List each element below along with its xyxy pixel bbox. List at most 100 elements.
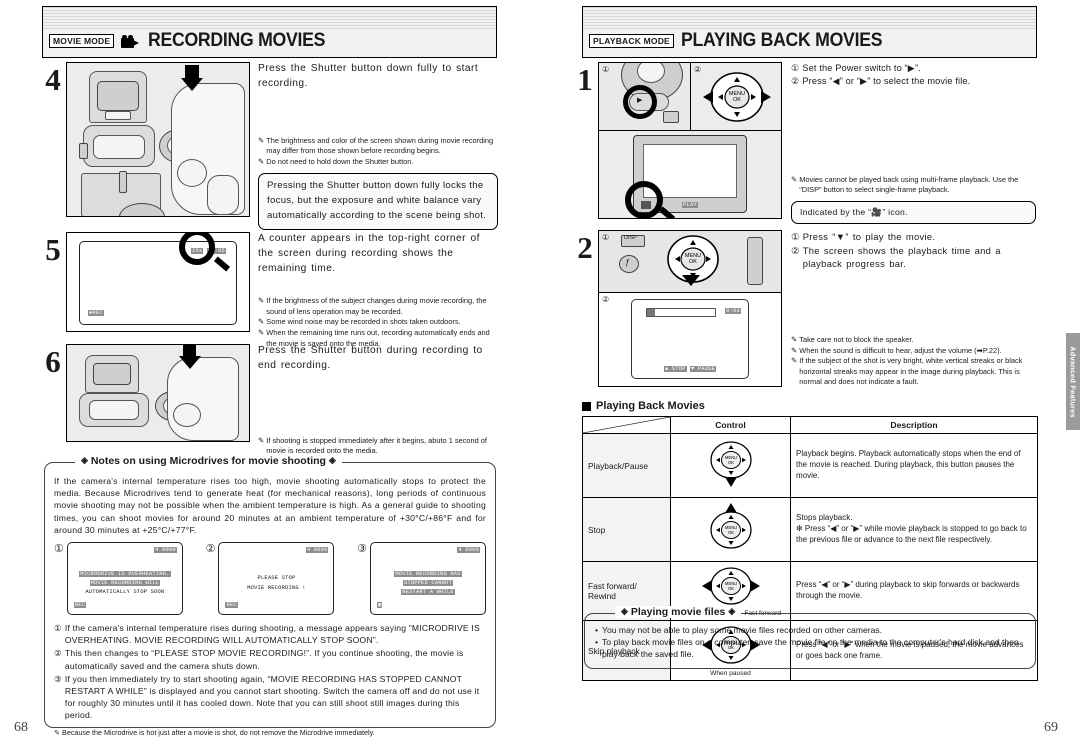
right-page: PLAYBACK MODE PLAYING BACK MOVIES 1 ① ▶ bbox=[540, 0, 1080, 750]
figure-panel-lcd-preview: PLAY bbox=[599, 131, 781, 218]
left-page: MOVIE MODE RECORDING MOVIES 4 Press the … bbox=[0, 0, 540, 750]
side-tab-advanced-features: Advanced Features bbox=[1066, 333, 1080, 430]
note-marker-icon: ✎ bbox=[791, 334, 798, 344]
table-header-description: Description bbox=[790, 416, 1038, 434]
warning-screen-2-marker: ② bbox=[205, 543, 216, 556]
step-5: 5 25s 00:05 ●REC A counter appears in th… bbox=[42, 232, 498, 349]
left-page-number: 68 bbox=[14, 720, 28, 735]
screen-2-counter: 4 0000 bbox=[305, 547, 329, 554]
four-way-pad-icon: MENU OK bbox=[703, 72, 771, 122]
four-way-pad-down-icon: MENU OK bbox=[709, 441, 752, 487]
warning-screen-2: ② 4 0000 PLEASE STOP MOVIE RECORDING ! R… bbox=[205, 542, 335, 616]
four-way-pad-leftright-icon: MENU OK bbox=[702, 567, 760, 605]
playback-step-1-figure: ① ▶ ② MENU OK PLAY bbox=[598, 62, 782, 219]
screen-2-line-2: MOVIE RECORDING ! bbox=[247, 585, 306, 592]
diamond-icon: ◈ bbox=[621, 606, 628, 616]
step-5-figure-lcd: 25s 00:05 ●REC bbox=[66, 232, 250, 332]
press-down-arrow-icon bbox=[682, 275, 700, 286]
row-control-stop[interactable]: MENU OK bbox=[670, 497, 791, 562]
step-5-number: 5 bbox=[45, 232, 61, 267]
lcd-play-label: PLAY bbox=[682, 202, 698, 208]
table-corner-cell bbox=[582, 416, 671, 434]
screen-1-line-1: MICRODRIVE IS OVERHEATING. bbox=[79, 571, 171, 578]
disp-button-label: DISP bbox=[624, 235, 637, 241]
note-marker-icon: ✎ bbox=[791, 345, 798, 355]
playback-time: 0:03 bbox=[725, 308, 741, 314]
screen-1-status: REC bbox=[73, 602, 87, 609]
screen-3-counter: 4 0000 bbox=[457, 547, 480, 554]
playing-movie-files-title: ◈ Playing movie files ◈ bbox=[615, 606, 742, 618]
page-title: RECORDING MOVIES bbox=[148, 30, 326, 51]
diamond-icon: ◈ bbox=[728, 606, 736, 616]
list-marker-1: ① bbox=[54, 623, 62, 634]
row-control-playback-pause[interactable]: MENU OK bbox=[670, 433, 791, 498]
note-marker-icon: ✎ bbox=[54, 727, 61, 737]
note-marker-icon: ✎ bbox=[791, 356, 798, 366]
mode-chip-movie-mode: MOVIE MODE bbox=[49, 33, 115, 49]
list-item: To play back movie files on a computer, … bbox=[602, 637, 1019, 660]
step-5-instruction: A counter appears in the top-right corne… bbox=[258, 233, 480, 274]
warning-screen-3-marker: ③ bbox=[357, 543, 367, 556]
note-marker-icon: ✎ bbox=[791, 174, 798, 184]
playing-movie-files-box: ◈ Playing movie files ◈ • You may not be … bbox=[584, 606, 1036, 669]
playback-step-2-figure: ① DISP ƒ MENU OK ② 0:03 ▲ STOP ▼ PAUSE bbox=[598, 230, 782, 387]
step-4-instruction: Press the Shutter button down fully to s… bbox=[258, 63, 479, 89]
step-4-figure-camera-top bbox=[66, 62, 250, 217]
playback-step-1-tip-box: Indicated by the “🎥” icon. bbox=[791, 200, 1036, 225]
list-item: If the camera's internal temperature ris… bbox=[64, 623, 480, 646]
note-marker-icon: ✎ bbox=[258, 156, 265, 166]
microdrive-numbered-list: ① If the camera's internal temperature ri… bbox=[45, 615, 495, 722]
playback-step-1: 1 ① ▶ ② MENU OK PLAY ① Set the Power swi… bbox=[574, 62, 1036, 225]
bullet-icon: • bbox=[595, 637, 599, 648]
instruction-marker-2: ② bbox=[791, 244, 800, 256]
manual-two-page-spread: MOVIE MODE RECORDING MOVIES 4 Press the … bbox=[0, 0, 1080, 750]
right-page-number: 69 bbox=[1044, 720, 1058, 735]
flash-button-icon: ƒ bbox=[625, 258, 630, 267]
step-6-number: 6 bbox=[45, 344, 61, 379]
warning-screen-1-marker: ① bbox=[54, 543, 64, 556]
warning-screen-3: ③ 4 0000 MOVIE RECORDING HAS STOPPED CAN… bbox=[357, 542, 486, 616]
diamond-icon: ◈ bbox=[328, 455, 336, 465]
row-description-playback-pause: Playback begins. Playback automatically … bbox=[790, 433, 1038, 498]
square-bullet-icon bbox=[582, 401, 591, 411]
note-marker-icon: ✎ bbox=[258, 317, 265, 327]
list-item: This then changes to “PLEASE STOP MOVIE … bbox=[64, 648, 464, 671]
screen-3-status: ▣ bbox=[377, 602, 383, 609]
screen-2-status: REC bbox=[225, 602, 238, 609]
table-row: Playback/Pause MENU OK Playback begins. … bbox=[582, 433, 1038, 498]
step-6-figure-camera-top bbox=[66, 344, 250, 442]
playback-step-2-instructions: ① Press “▼” to play the movie. ② The scree… bbox=[791, 231, 1001, 270]
playback-step-2-notes: ✎ Take care not to block the speaker. ✎ Wh… bbox=[791, 334, 1023, 387]
callout-1-marker: ① bbox=[602, 65, 610, 74]
bullet-icon: • bbox=[595, 625, 599, 635]
figure-panel-camera-back: ① DISP ƒ MENU OK bbox=[599, 231, 781, 293]
control-caption-when-paused: When paused bbox=[710, 670, 751, 677]
svg-text:OK: OK bbox=[728, 586, 734, 591]
header-stripes bbox=[43, 7, 496, 31]
callout-2-marker: ② bbox=[602, 295, 610, 304]
instruction-marker-1: ① bbox=[791, 231, 800, 242]
warning-screen-1: ① 4 0000 MICRODRIVE IS OVERHEATING. MOVI… bbox=[54, 542, 183, 616]
table-row: Stop MENU OK Stops playback. ✻ Press “◀”… bbox=[582, 497, 1038, 562]
svg-text:OK: OK bbox=[727, 460, 733, 465]
svg-text:OK: OK bbox=[733, 97, 741, 103]
note-marker-icon: ✎ bbox=[258, 135, 265, 145]
row-label-playback-pause: Playback/Pause bbox=[582, 433, 671, 498]
screen-3-line-1: MOVIE RECORDING HAS bbox=[394, 571, 462, 578]
figure-panel-playback-lcd: ② 0:03 ▲ STOP ▼ PAUSE bbox=[599, 293, 781, 386]
step-6: 6 Press the Shutter button during record… bbox=[42, 344, 498, 457]
right-page-header: PLAYBACK MODE PLAYING BACK MOVIES bbox=[582, 6, 1037, 58]
lcd-button-stop: ▲ STOP bbox=[663, 366, 687, 372]
microdrive-notes-title: ◈ Notes on using Microdrives for movie s… bbox=[75, 455, 342, 467]
left-page-header: MOVIE MODE RECORDING MOVIES bbox=[42, 6, 497, 58]
magnifier-icon bbox=[623, 85, 657, 119]
progress-fill bbox=[647, 309, 655, 316]
microdrive-notes-body: If the camera's internal temperature ris… bbox=[54, 476, 486, 535]
step-5-notes: ✎ If the brightness of the subject change… bbox=[258, 296, 490, 348]
playback-step-2-number: 2 bbox=[577, 230, 593, 265]
note-marker-icon: ✎ bbox=[258, 435, 265, 445]
row-description-stop: Stops playback. ✻ Press “◀” or “▶” while… bbox=[790, 497, 1038, 562]
diamond-icon: ◈ bbox=[81, 455, 88, 465]
step-4-notes: ✎ The brightness and color of the screen … bbox=[258, 135, 494, 166]
microdrive-notes-box: ◈ Notes on using Microdrives for movie s… bbox=[44, 455, 496, 737]
